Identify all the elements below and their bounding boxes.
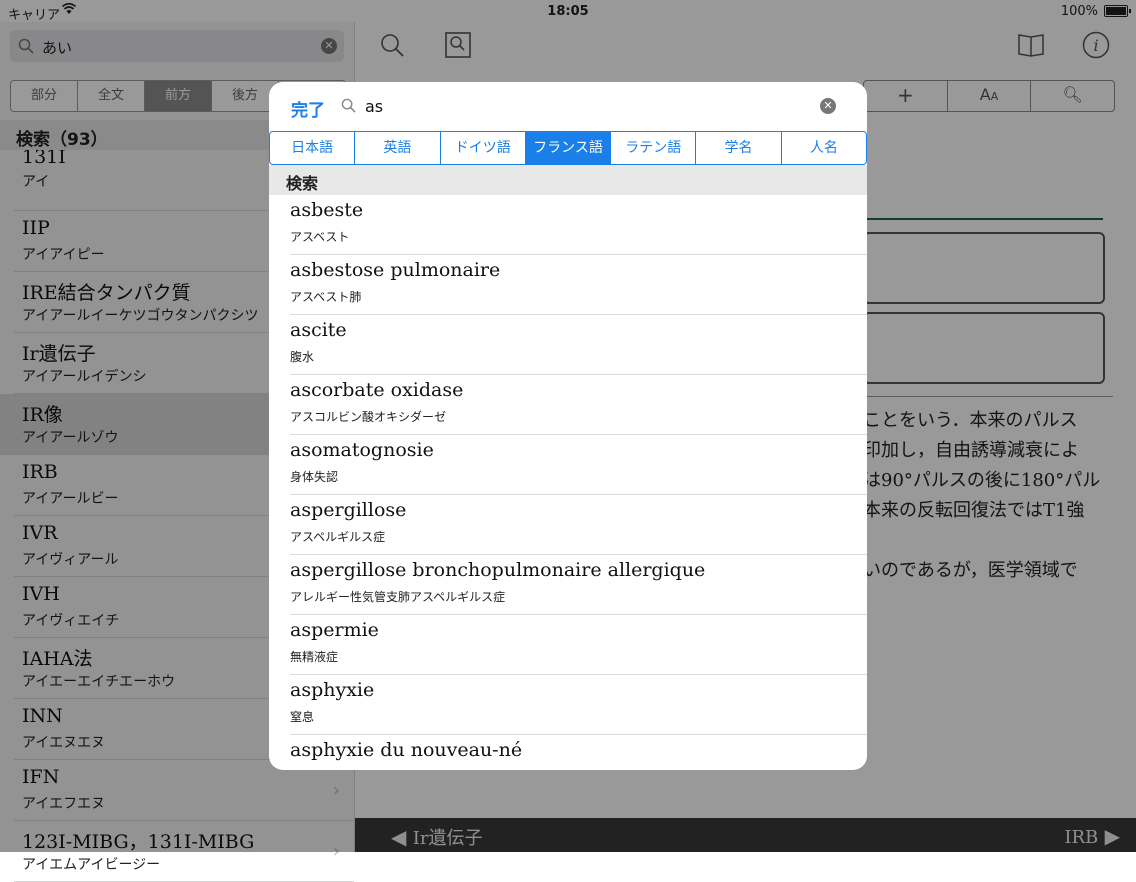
popover-section-title: 検索 — [286, 174, 319, 193]
result-term: aspergillose bronchopulmonaire allergiqu… — [290, 559, 706, 581]
result-term: asbeste — [290, 199, 364, 221]
result-term: aspergillose — [290, 499, 407, 521]
language-segmented-control[interactable]: 日本語 英語 ドイツ語 フランス語 ラテン語 学名 人名 — [269, 131, 867, 165]
result-meaning: 身体失認 — [290, 470, 339, 484]
search-popover: 完了 as ✕ 日本語 英語 ドイツ語 フランス語 ラテン語 学名 人名 検索 asbest… — [269, 82, 867, 770]
result-term: asphyxie du nouveau-né — [290, 739, 523, 761]
result-term: asomatognosie — [290, 439, 434, 461]
result-list-item[interactable]: asphyxie du nouveau-né — [290, 735, 867, 770]
search-icon — [341, 98, 356, 113]
result-meaning: アスペルギルス症 — [290, 530, 386, 544]
result-meaning: 窒息 — [290, 710, 315, 724]
done-button[interactable]: 完了 — [291, 96, 325, 121]
result-list-item[interactable]: asbestose pulmonaire アスベスト肺 — [290, 255, 867, 315]
popover-search-input[interactable]: as — [365, 97, 383, 116]
result-meaning: アスベスト — [290, 230, 350, 244]
result-list-item[interactable]: ascorbate oxidase アスコルビン酸オキシダーゼ — [290, 375, 867, 435]
result-list-item[interactable]: aspergillose アスペルギルス症 — [290, 495, 867, 555]
result-term: asbestose pulmonaire — [290, 259, 501, 281]
language-tab[interactable]: 英語 — [355, 132, 441, 164]
popover-result-list: asbeste アスベスト asbestose pulmonaire アスベスト肺 as… — [269, 195, 867, 770]
result-meaning: 無精液症 — [290, 650, 339, 664]
result-term: asphyxie — [290, 679, 375, 701]
result-meaning: アスコルビン酸オキシダーゼ — [290, 410, 447, 424]
result-meaning: アレルギー性気管支肺アスペルギルス症 — [290, 590, 506, 604]
result-term: aspermie — [290, 619, 379, 641]
result-list-item[interactable]: aspermie 無精液症 — [290, 615, 867, 675]
result-term: ascite — [290, 319, 347, 341]
language-tab[interactable]: 人名 — [782, 132, 866, 164]
clear-search-icon[interactable]: ✕ — [820, 98, 836, 114]
result-list-item[interactable]: asbeste アスベスト — [290, 195, 867, 255]
result-list-item[interactable]: aspergillose bronchopulmonaire allergiqu… — [290, 555, 867, 615]
result-term: ascorbate oxidase — [290, 379, 464, 401]
language-tab[interactable]: ドイツ語 — [441, 132, 526, 164]
result-list-item[interactable]: ascite 腹水 — [290, 315, 867, 375]
language-tab[interactable]: 学名 — [696, 132, 782, 164]
language-tab[interactable]: ラテン語 — [611, 132, 697, 164]
result-list-item[interactable]: asomatognosie 身体失認 — [290, 435, 867, 495]
result-meaning: アスベスト肺 — [290, 290, 362, 304]
popover-section-header: 検索 — [269, 165, 867, 195]
result-list-item[interactable]: asphyxie 窒息 — [290, 675, 867, 735]
language-tab[interactable]: 日本語 — [270, 132, 356, 164]
result-meaning: 腹水 — [290, 350, 315, 364]
language-tab[interactable]: フランス語 — [525, 132, 612, 164]
entry-reading: アイエムアイビージー — [22, 857, 161, 873]
